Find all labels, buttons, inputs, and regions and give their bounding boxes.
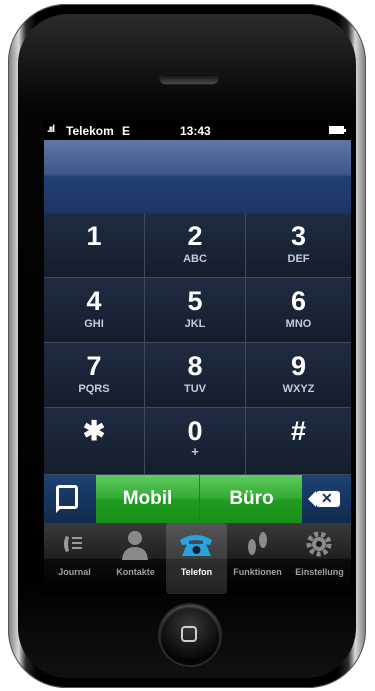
tab-phone[interactable]: Telefon <box>166 523 227 594</box>
tab-contacts[interactable]: Kontakte <box>105 523 166 594</box>
key-1[interactable]: 1 <box>44 213 145 278</box>
key-digit: 5 <box>187 286 203 316</box>
key-digit: 2 <box>187 221 203 251</box>
key-5[interactable]: 5 JKL <box>145 278 246 343</box>
key-digit: 6 <box>290 286 307 316</box>
key-digit: 1 <box>86 221 102 251</box>
key-digit: 9 <box>290 351 307 381</box>
key-letters: JKL <box>184 318 206 330</box>
key-letters: ABC <box>183 253 207 265</box>
key-8[interactable]: 8 TUV <box>145 343 246 408</box>
tab-journal[interactable]: Journal <box>44 523 105 594</box>
key-4[interactable]: 4 GHI <box>44 278 145 343</box>
tab-features[interactable]: Funktionen <box>227 523 288 594</box>
key-7[interactable]: 7 PQRS <box>44 343 145 408</box>
network-type: E <box>122 124 131 138</box>
call-action-bar: Mobil Büro ✕ <box>44 475 351 523</box>
call-mobile-button[interactable]: Mobil <box>96 475 199 523</box>
key-letters: GHI <box>84 318 104 330</box>
key-6[interactable]: 6 MNO <box>246 278 351 343</box>
tab-label: Funktionen <box>233 567 282 577</box>
tab-label: Telefon <box>180 567 213 577</box>
phone-icon <box>166 528 227 560</box>
key-digit: 0 <box>187 416 203 446</box>
key-3[interactable]: 3 DEF <box>246 213 351 278</box>
tab-bar: Journal Kontakte Telefon Funktionen Eins… <box>44 523 351 594</box>
key-2[interactable]: 2 ABC <box>145 213 246 278</box>
clock: 13:43 <box>180 124 211 138</box>
speech-bubble-icon <box>56 485 78 509</box>
key-digit: 3 <box>290 221 307 251</box>
key-9[interactable]: 9 WXYZ <box>246 343 351 408</box>
earpiece-speaker <box>160 74 218 84</box>
tab-label: Einstellung <box>295 567 344 577</box>
carrier-name: Telekom <box>66 124 114 138</box>
contacts-icon <box>105 528 166 560</box>
key-letters: WXYZ <box>282 383 315 395</box>
signal-strength-icon: .ııl <box>47 124 55 135</box>
tab-label: Journal <box>58 567 91 577</box>
voicemail-button[interactable] <box>44 475 96 523</box>
key-digit: 8 <box>187 351 203 381</box>
dial-keypad: 1 2 ABC 3 DEF 4 GHI 5 JKL 6 MNO 7 PQRS 8 <box>44 213 351 475</box>
key-star[interactable]: ✱ <box>44 408 145 475</box>
battery-icon <box>329 126 346 134</box>
phone-screen: .ııl Telekom E 13:43 1 2 ABC 3 DEF 4 GHI… <box>44 120 351 594</box>
tab-label: Kontakte <box>116 567 155 577</box>
key-hash[interactable]: # <box>246 408 351 475</box>
home-square-icon <box>181 626 197 642</box>
key-digit: 4 <box>86 286 102 316</box>
key-letters: MNO <box>285 318 312 330</box>
key-letters: + <box>191 444 199 459</box>
key-0[interactable]: 0 + <box>145 408 246 475</box>
status-bar: .ııl Telekom E 13:43 <box>44 120 351 140</box>
speech-bubble-tail <box>56 507 62 513</box>
settings-icon <box>288 528 351 560</box>
key-letters: PQRS <box>78 383 110 395</box>
key-digit: ✱ <box>82 416 106 446</box>
tab-settings[interactable]: Einstellung <box>288 523 351 594</box>
key-digit: 7 <box>86 351 102 381</box>
features-icon <box>227 528 288 560</box>
backspace-button[interactable]: ✕ <box>302 475 351 523</box>
call-office-button[interactable]: Büro <box>199 475 303 523</box>
backspace-icon: ✕ <box>308 490 340 507</box>
key-digit: # <box>290 416 307 446</box>
key-letters: DEF <box>287 253 310 265</box>
home-button[interactable] <box>160 605 220 665</box>
key-letters: TUV <box>184 383 206 395</box>
journal-icon <box>44 528 105 560</box>
number-display <box>44 140 351 213</box>
